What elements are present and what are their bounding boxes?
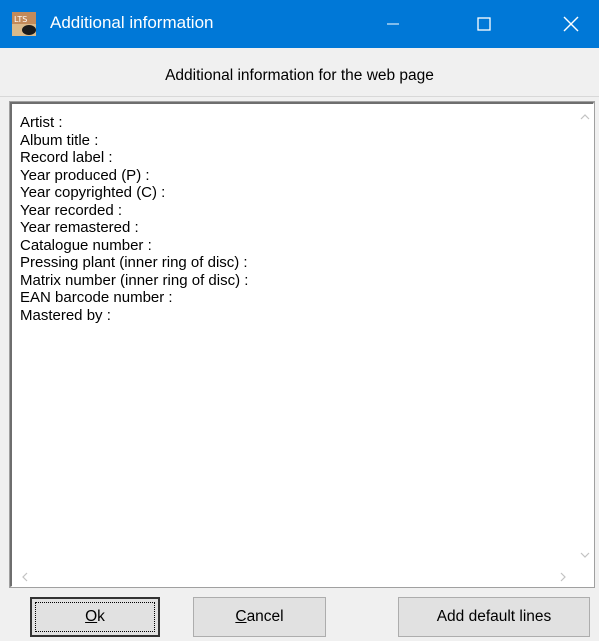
chevron-up-icon: [580, 113, 589, 119]
scroll-down-button[interactable]: [576, 546, 593, 563]
memo-line: Catalogue number :: [20, 236, 152, 254]
memo-line: Pressing plant (inner ring of disc) :: [20, 254, 248, 271]
dialog-window: LTS Additional information Additional in…: [0, 0, 599, 641]
memo-line: Album title :: [20, 131, 99, 149]
app-icon[interactable]: LTS: [12, 12, 36, 36]
scroll-left-button[interactable]: [16, 568, 33, 585]
memo-line: EAN barcode number :: [20, 289, 173, 306]
memo-line: Year copyrighted (C) :: [20, 184, 166, 201]
memo-line: Year remastered :: [20, 219, 139, 236]
close-icon: [563, 16, 579, 32]
cancel-button[interactable]: Cancel: [193, 597, 326, 637]
scrollbar-corner: [576, 567, 593, 586]
memo-line: Artist :: [20, 114, 63, 131]
title-bar[interactable]: LTS Additional information: [0, 0, 599, 48]
window-title: Additional information: [50, 13, 214, 32]
add-default-lines-label: Add default lines: [436, 608, 552, 625]
ok-button[interactable]: Ok: [30, 597, 160, 637]
vertical-scrollbar[interactable]: [576, 104, 593, 567]
scroll-up-button[interactable]: [576, 108, 593, 125]
memo-line: Record label :: [20, 149, 113, 166]
chevron-down-icon: [580, 552, 589, 558]
svg-text:LTS: LTS: [14, 15, 27, 24]
minimize-icon: [387, 23, 399, 25]
memo-line: Year produced (P) :: [20, 166, 150, 184]
heading-divider: [0, 96, 599, 97]
memo-line: Year recorded :: [20, 201, 123, 219]
horizontal-scrollbar[interactable]: [12, 567, 575, 586]
memo-line: Mastered by :: [20, 306, 111, 324]
additional-info-textarea[interactable]: Artist : Album title : Record label : Year …: [10, 102, 594, 587]
chevron-right-icon: [560, 572, 566, 581]
cancel-button-label: Cancel: [235, 608, 284, 625]
close-button[interactable]: [548, 0, 594, 48]
memo-line: Matrix number (inner ring of disc) :: [20, 271, 249, 289]
maximize-icon: [477, 17, 491, 31]
chevron-left-icon: [21, 572, 27, 581]
maximize-button[interactable]: [461, 0, 507, 48]
ok-button-label: Ok: [85, 608, 105, 625]
scroll-right-button[interactable]: [554, 568, 571, 585]
add-default-lines-button[interactable]: Add default lines: [398, 597, 590, 637]
dialog-heading: Additional information for the web page: [165, 67, 434, 84]
memo-content[interactable]: Artist : Album title : Record label : Year …: [20, 114, 560, 324]
minimize-button[interactable]: [370, 0, 416, 48]
